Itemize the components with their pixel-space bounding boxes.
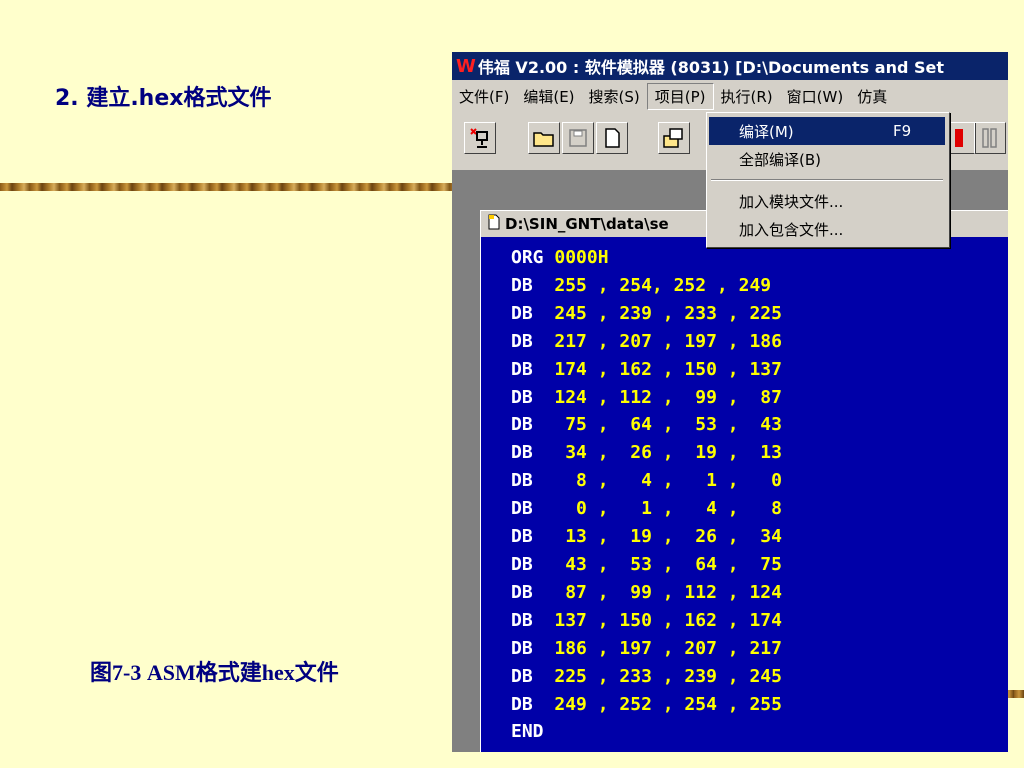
code-opcode: DB [511, 302, 533, 324]
menu-search[interactable]: 搜索(S) [582, 84, 647, 109]
open-project-icon [663, 128, 683, 148]
code-operands: 13 , 19 , 26 , 34 [554, 526, 782, 548]
pause-button[interactable] [974, 122, 1006, 154]
menu-bar: 文件(F) 编辑(E) 搜索(S) 项目(P) 执行(R) 窗口(W) 仿真 [452, 80, 1008, 112]
code-operands: 34 , 26 , 19 , 13 [554, 442, 782, 464]
code-line: ORG 0000H [511, 244, 782, 272]
menu-file[interactable]: 文件(F) [452, 84, 516, 109]
source-code[interactable]: ORG 0000H DB 255 , 254, 252 , 249 DB 245 ,… [511, 244, 782, 746]
code-operands: 186 , 197 , 207 , 217 [554, 637, 782, 659]
code-operands: 225 , 233 , 239 , 245 [554, 665, 782, 687]
save-icon [569, 129, 587, 147]
code-operands: 8 , 4 , 1 , 0 [554, 470, 782, 492]
code-opcode: DB [511, 498, 533, 520]
shortcut-label: F9 [893, 122, 912, 140]
code-opcode: END [511, 721, 544, 743]
code-opcode: DB [511, 414, 533, 436]
code-operands: 245 , 239 , 233 , 225 [554, 302, 782, 324]
menu-run[interactable]: 执行(R) [714, 84, 780, 109]
save-button[interactable] [562, 122, 594, 154]
decorative-stripe [0, 183, 470, 191]
pause-icon [982, 128, 997, 148]
code-opcode: DB [511, 637, 533, 659]
open-project-button[interactable] [658, 122, 690, 154]
menu-item-add-module[interactable]: 加入模块文件... [709, 187, 945, 215]
window-title: 伟福 V2.00 : 软件模拟器 (8031) [D:\Documents an… [477, 58, 945, 77]
menu-item-compile[interactable]: 编译(M) F9 [709, 117, 945, 145]
code-opcode: DB [511, 330, 533, 352]
new-file-icon [605, 128, 620, 148]
menu-item-compile-all[interactable]: 全部编译(B) [709, 145, 945, 173]
code-line: DB 13 , 19 , 26 , 34 [511, 523, 782, 551]
code-line: DB 245 , 239 , 233 , 225 [511, 300, 782, 328]
menu-separator [711, 179, 943, 181]
code-opcode: DB [511, 470, 533, 492]
code-opcode: DB [511, 693, 533, 715]
code-line: DB 217 , 207 , 197 , 186 [511, 328, 782, 356]
code-operands: 0 , 1 , 4 , 8 [554, 498, 782, 520]
code-line: DB 0 , 1 , 4 , 8 [511, 495, 782, 523]
menu-item-add-include[interactable]: 加入包含文件... [709, 215, 945, 243]
code-line: DB 186 , 197 , 207 , 217 [511, 635, 782, 663]
code-line: DB 137 , 150 , 162 , 174 [511, 607, 782, 635]
code-operands: 124 , 112 , 99 , 87 [554, 386, 782, 408]
code-opcode: DB [511, 386, 533, 408]
code-opcode: DB [511, 526, 533, 548]
code-opcode: DB [511, 609, 533, 631]
new-file-button[interactable] [596, 122, 628, 154]
code-opcode: DB [511, 581, 533, 603]
menu-window[interactable]: 窗口(W) [780, 84, 851, 109]
code-opcode: DB [511, 274, 533, 296]
code-line: DB 43 , 53 , 64 , 75 [511, 551, 782, 579]
code-operands: 87 , 99 , 112 , 124 [554, 581, 782, 603]
code-line: DB 87 , 99 , 112 , 124 [511, 579, 782, 607]
open-file-button[interactable] [528, 122, 560, 154]
code-line: DB 255 , 254, 252 , 249 [511, 272, 782, 300]
code-opcode: DB [511, 358, 533, 380]
code-line: DB 34 , 26 , 19 , 13 [511, 439, 782, 467]
slide-heading: 2. 建立.hex格式文件 [55, 86, 272, 111]
figure-caption: 图7-3 ASM格式建hex文件 [90, 660, 339, 685]
code-operands: 249 , 252 , 254 , 255 [554, 693, 782, 715]
code-opcode: DB [511, 442, 533, 464]
code-line: END [511, 718, 782, 746]
code-line: DB 75 , 64 , 53 , 43 [511, 411, 782, 439]
document-icon [487, 214, 501, 234]
code-opcode: DB [511, 665, 533, 687]
code-operands: 75 , 64 , 53 , 43 [554, 414, 782, 436]
menu-edit[interactable]: 编辑(E) [516, 84, 581, 109]
code-operands: 0000H [554, 247, 609, 268]
code-operands: 255 , 254, 252 , 249 [554, 274, 772, 296]
close-file-icon [470, 128, 488, 148]
editor-title: D:\SIN_GNT\data\se [505, 215, 669, 233]
title-bar[interactable]: W 伟福 V2.00 : 软件模拟器 (8031) [D:\Documents … [452, 52, 1008, 80]
code-opcode: DB [511, 553, 533, 575]
stop-icon [955, 129, 963, 147]
open-folder-icon [533, 132, 554, 147]
close-file-button[interactable] [464, 122, 496, 154]
code-operands: 217 , 207 , 197 , 186 [554, 330, 782, 352]
code-operands: 43 , 53 , 64 , 75 [554, 553, 782, 575]
code-line: DB 249 , 252 , 254 , 255 [511, 691, 782, 719]
code-line: DB 225 , 233 , 239 , 245 [511, 663, 782, 691]
source-editor-window[interactable]: D:\SIN_GNT\data\se ORG 0000H DB 255 , 254… [480, 210, 1008, 752]
menu-simulate[interactable]: 仿真 [850, 84, 894, 109]
project-dropdown-menu: 编译(M) F9 全部编译(B) 加入模块文件... 加入包含文件... [706, 112, 950, 248]
code-line: DB 174 , 162 , 150 , 137 [511, 356, 782, 384]
menu-project[interactable]: 项目(P) [646, 82, 714, 110]
code-line: DB 124 , 112 , 99 , 87 [511, 384, 782, 412]
code-operands: 174 , 162 , 150 , 137 [554, 358, 782, 380]
code-line: DB 8 , 4 , 1 , 0 [511, 467, 782, 495]
code-operands: 137 , 150 , 162 , 174 [554, 609, 782, 631]
app-logo-icon: W [456, 55, 476, 77]
code-opcode: ORG [511, 247, 544, 268]
